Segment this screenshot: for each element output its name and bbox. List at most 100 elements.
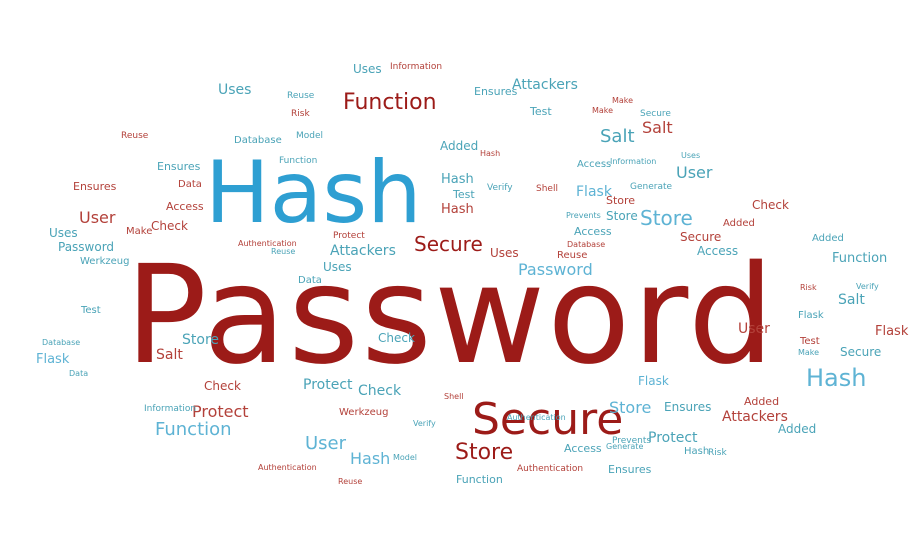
word-store-red-small: Store bbox=[606, 194, 636, 207]
word-uses-red: Uses bbox=[490, 246, 519, 260]
word-reuse-red-2: Reuse bbox=[121, 131, 149, 141]
word-access-teal-2: Access bbox=[564, 442, 602, 455]
word-data-teal: Data bbox=[298, 275, 322, 286]
word-password-teal-small: Password bbox=[58, 240, 115, 254]
word-added-red: Added bbox=[744, 395, 780, 408]
word-attackers-teal-1: Attackers bbox=[512, 77, 578, 93]
word-verify-teal-3: Verify bbox=[856, 282, 879, 291]
word-ensures-teal-4: Ensures bbox=[157, 160, 201, 173]
word-verify-teal-2: Verify bbox=[413, 419, 436, 428]
word-access-red: Access bbox=[166, 200, 204, 213]
word-ensures-red: Ensures bbox=[73, 180, 117, 193]
word-reuse-red-3: Reuse bbox=[338, 477, 363, 486]
word-salt-teal-2: Salt bbox=[838, 292, 865, 308]
word-uses-teal-3: Uses bbox=[353, 62, 382, 76]
word-secure-red-small-1: Secure bbox=[680, 230, 722, 244]
word-user-red-1: User bbox=[79, 208, 116, 227]
word-store-teal-3: Store bbox=[182, 332, 220, 348]
word-check-red-2: Check bbox=[752, 198, 789, 212]
word-authentication-red-2: Authentication bbox=[258, 463, 317, 472]
word-user-red-2: User bbox=[738, 321, 770, 337]
word-salt-teal-1: Salt bbox=[600, 126, 635, 147]
word-database-teal: Database bbox=[234, 135, 282, 146]
word-werkzeug-red: Werkzeug bbox=[339, 407, 389, 418]
word-model-teal: Model bbox=[296, 131, 324, 141]
word-risk-red: Risk bbox=[291, 109, 310, 119]
word-make-teal: Make bbox=[798, 348, 820, 357]
word-database-teal-2: Database bbox=[42, 338, 81, 347]
word-function-teal-small: Function bbox=[456, 473, 503, 486]
word-access-teal-1: Access bbox=[697, 244, 739, 258]
word-reuse-teal-2: Reuse bbox=[271, 247, 296, 256]
word-protect-teal: Protect bbox=[648, 430, 698, 446]
word-uses-teal-1: Uses bbox=[218, 82, 252, 98]
word-hash-teal-2: Hash bbox=[684, 446, 710, 457]
word-authentication-red: Authentication bbox=[517, 464, 584, 474]
word-access-teal-3: Access bbox=[574, 225, 612, 238]
word-salt-red-1: Salt bbox=[642, 118, 673, 137]
word-risk-teal: Risk bbox=[708, 448, 727, 458]
word-user-blue-1: User bbox=[305, 433, 347, 454]
word-information-red: Information bbox=[390, 62, 443, 72]
word-hash-red-3: Hash bbox=[480, 149, 501, 158]
word-store-blue-2: Store bbox=[609, 398, 652, 417]
word-generate-teal: Generate bbox=[630, 182, 673, 192]
word-shell-red-2: Shell bbox=[444, 392, 464, 401]
word-shell-red: Shell bbox=[536, 184, 558, 194]
word-store-red: Store bbox=[455, 440, 514, 465]
word-flask-blue-3: Flask bbox=[36, 352, 70, 367]
word-generate-teal-2: Generate bbox=[606, 442, 644, 451]
word-added-teal-1: Added bbox=[440, 139, 479, 153]
word-secure-medium: Secure bbox=[414, 232, 483, 256]
word-check-teal-1: Check bbox=[358, 383, 402, 399]
word-hash-teal-small: Hash bbox=[441, 172, 474, 187]
word-make-red-3: Make bbox=[592, 106, 614, 115]
word-check-red-1: Check bbox=[204, 379, 241, 393]
word-function-teal-2: Function bbox=[832, 251, 888, 266]
word-test-red: Test bbox=[800, 336, 820, 347]
word-check-teal-2: Check bbox=[378, 331, 415, 345]
word-protect-red-2: Protect bbox=[333, 231, 365, 241]
word-ensures-teal-3: Ensures bbox=[474, 85, 518, 98]
word-verify-teal: Verify bbox=[487, 183, 513, 193]
word-salt-red-2: Salt bbox=[156, 347, 183, 363]
word-hash-red-small: Hash bbox=[441, 202, 474, 217]
word-risk-red-2: Risk bbox=[800, 283, 817, 292]
word-flask-blue-2: Flask bbox=[638, 374, 669, 388]
word-protect-teal-2: Protect bbox=[303, 377, 353, 393]
word-cloud: Password Hash Secure Function Hash Store… bbox=[0, 0, 923, 538]
word-prevents-teal-2: Prevents bbox=[566, 211, 601, 220]
word-uses-teal-4: Uses bbox=[323, 260, 352, 274]
word-function-red: Function bbox=[343, 90, 437, 115]
word-ensures-teal-2: Ensures bbox=[608, 463, 652, 476]
word-hash-small-1: Hash bbox=[350, 449, 391, 468]
word-added-teal-2: Added bbox=[778, 422, 817, 436]
word-password-blue: Password bbox=[518, 260, 593, 279]
word-uses-teal-5: Uses bbox=[681, 151, 701, 160]
word-access-teal-4: Access bbox=[577, 159, 612, 170]
word-added-teal-3: Added bbox=[812, 233, 844, 244]
word-information-teal: Information bbox=[144, 404, 197, 414]
word-flask-red: Flask bbox=[875, 324, 909, 339]
word-function-blue: Function bbox=[155, 419, 232, 440]
word-test-teal-3: Test bbox=[81, 305, 101, 316]
word-uses-teal-2: Uses bbox=[49, 226, 78, 240]
word-hash-medium: Hash bbox=[806, 364, 867, 392]
word-test-teal-1: Test bbox=[530, 105, 552, 118]
word-check-red-3: Check bbox=[151, 219, 188, 233]
word-reuse-red: Reuse bbox=[557, 250, 588, 261]
word-secure-teal-small: Secure bbox=[840, 345, 882, 359]
word-function-teal-3: Function bbox=[279, 156, 318, 166]
word-reuse-teal: Reuse bbox=[287, 91, 315, 101]
word-data-teal-2: Data bbox=[69, 369, 89, 378]
word-authentication-teal: Authentication bbox=[507, 413, 566, 422]
word-information-teal-2: Information bbox=[610, 157, 657, 166]
word-protect-red: Protect bbox=[192, 402, 249, 421]
word-werkzeug-teal: Werkzeug bbox=[80, 256, 130, 267]
word-data-red: Data bbox=[178, 179, 202, 190]
word-password-large: Password bbox=[125, 237, 777, 395]
word-user-teal-2: User bbox=[676, 163, 713, 182]
word-flask-teal-small: Flask bbox=[798, 310, 824, 321]
word-store-blue-1: Store bbox=[640, 206, 693, 230]
word-database-red: Database bbox=[567, 240, 606, 249]
